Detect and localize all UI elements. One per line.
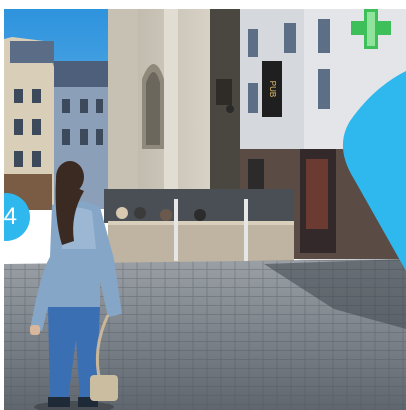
church <box>108 9 240 209</box>
handbag <box>90 375 118 401</box>
street-photo: PUB <box>4 9 406 410</box>
cafe-terrace <box>104 189 294 263</box>
step-number: 4 <box>4 203 17 230</box>
pub-sign-text: PUB <box>268 81 277 97</box>
street-lamp <box>226 105 234 113</box>
photo-frame: PUB 4 <box>4 9 406 410</box>
